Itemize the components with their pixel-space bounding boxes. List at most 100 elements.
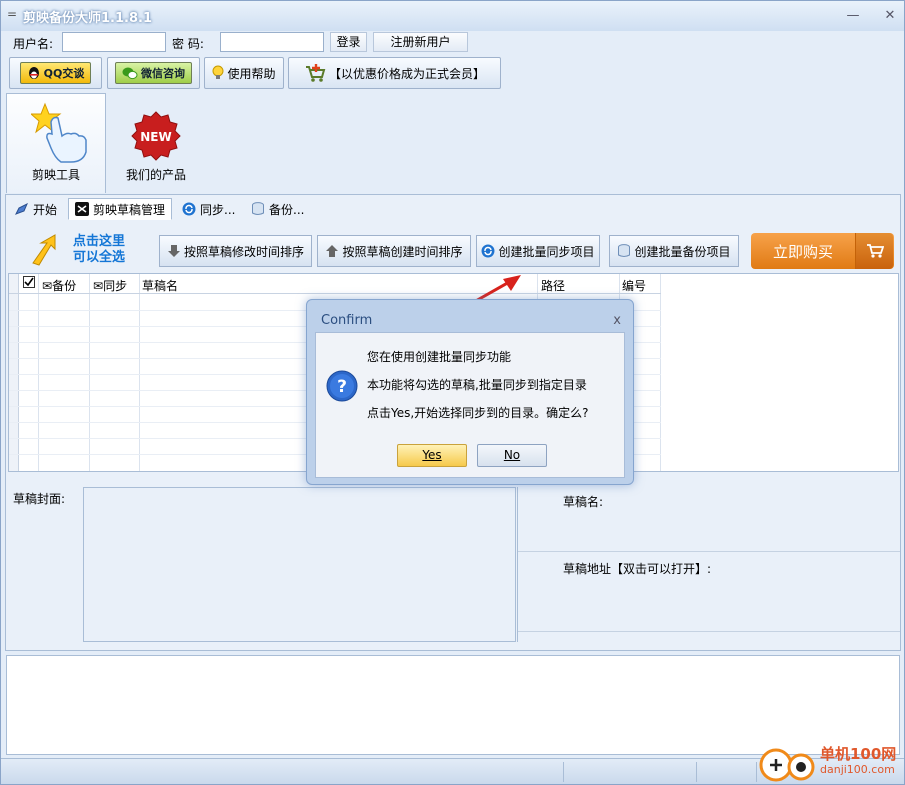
qq-penguin-icon <box>28 67 39 79</box>
wechat-icon <box>122 67 138 80</box>
lightbulb-icon <box>212 65 224 79</box>
title-bar: = 剪映备份大师1.1.8.1 — ✕ <box>1 1 904 31</box>
status-segment <box>1 762 564 782</box>
pointing-arrow-icon <box>32 234 56 266</box>
batch-sync-button[interactable]: 创建批量同步项目 <box>476 235 600 267</box>
status-segment <box>697 762 757 782</box>
column-header-sync[interactable]: ✉同步 <box>93 277 127 294</box>
cover-preview <box>83 487 516 642</box>
sync-icon <box>182 202 196 216</box>
watermark-title: 单机100网 <box>820 745 897 763</box>
dialog-message-line2: 本功能将勾选的草稿,批量同步到指定目录 <box>367 378 587 392</box>
sort-by-modified-label: 按照草稿修改时间排序 <box>183 244 304 259</box>
close-button[interactable]: ✕ <box>881 7 899 25</box>
wechat-consult-label: 微信咨询 <box>141 67 185 80</box>
watermark-logo-icon <box>759 748 815 782</box>
database-icon <box>252 202 264 215</box>
column-header-number[interactable]: 编号 <box>622 277 646 294</box>
buy-now-label: 立即购买 <box>772 242 833 261</box>
register-button[interactable]: 注册新用户 <box>373 32 468 52</box>
subtab-start[interactable]: 开始 <box>9 198 63 220</box>
username-input[interactable] <box>62 32 166 52</box>
minimize-button[interactable]: — <box>844 7 862 25</box>
divider <box>518 631 900 632</box>
subtab-sync[interactable]: 同步... <box>176 198 241 220</box>
member-button[interactable]: 【以优惠价格成为正式会员】 <box>288 57 501 89</box>
watermark-url: danji100.com <box>820 763 895 776</box>
row-header-strip <box>9 274 19 471</box>
capcut-icon <box>75 202 89 216</box>
no-button[interactable]: No <box>477 444 547 467</box>
column-header-backup[interactable]: ✉备份 <box>42 277 76 294</box>
table-column <box>39 274 90 471</box>
wechat-consult-button[interactable]: 微信咨询 <box>107 57 200 89</box>
top-toolbar: QQ交谈 微信咨询 使用帮助 【以优惠价格成为正式会员】 <box>1 57 904 91</box>
no-label: No <box>503 448 521 462</box>
password-input[interactable] <box>220 32 324 52</box>
tab-capcut-tools[interactable]: 剪映工具 <box>6 93 106 193</box>
select-all-checkbox[interactable] <box>23 276 35 291</box>
table-column <box>90 274 140 471</box>
divider <box>518 551 900 552</box>
dialog-close-button[interactable]: x <box>613 313 621 328</box>
login-row: 用户名: 密 码: 登录 注册新用户 <box>1 31 904 53</box>
system-menu-icon[interactable]: = <box>7 7 17 21</box>
login-button[interactable]: 登录 <box>330 32 367 52</box>
window-title: 剪映备份大师1.1.8.1 <box>23 11 152 26</box>
sort-by-modified-button[interactable]: 按照草稿修改时间排序 <box>159 235 312 267</box>
subtab-draft-management[interactable]: 剪映草稿管理 <box>68 198 173 220</box>
subtab-backup[interactable]: 备份... <box>245 198 310 220</box>
site-watermark: 单机100网 danji100.com <box>756 743 904 783</box>
sub-tabs: 开始 剪映草稿管理 同步... 备份... <box>5 198 901 220</box>
arrow-down-icon <box>167 245 180 257</box>
shopping-cart-icon <box>855 233 893 269</box>
dialog-title: Confirm <box>321 313 373 328</box>
action-row: 点击这里 可以全选 按照草稿修改时间排序 按照草稿创建时间排序 创建批量同步项目… <box>7 229 899 273</box>
select-all-line2: 可以全选 <box>73 250 126 265</box>
dialog-body: ? 您在使用创建批量同步功能 本功能将勾选的草稿,批量同步到指定目录 点击Yes… <box>315 332 625 478</box>
subtab-sync-label: 同步... <box>200 202 236 217</box>
new-badge-text: NEW <box>140 130 171 144</box>
dialog-message-line3: 点击Yes,开始选择同步到的目录。确定么? <box>367 406 589 420</box>
password-label: 密 码: <box>172 37 204 51</box>
cart-icon <box>305 64 326 82</box>
subtab-backup-label: 备份... <box>269 202 305 217</box>
table-header: ✉备份 ✉同步 草稿名 路径 编号 <box>9 274 661 294</box>
member-label: 【以优惠价格成为正式会员】 <box>328 66 485 81</box>
yes-button[interactable]: Yes <box>397 444 467 467</box>
buy-now-button[interactable]: 立即购买 <box>751 233 894 269</box>
tab-our-products[interactable]: NEW 我们的产品 <box>111 93 201 193</box>
log-area <box>6 655 900 755</box>
batch-backup-button[interactable]: 创建批量备份项目 <box>609 235 739 267</box>
username-label: 用户名: <box>13 37 54 51</box>
pen-icon <box>15 203 28 215</box>
envelope-icon: ✉ <box>42 279 53 293</box>
sort-by-created-label: 按照草稿创建时间排序 <box>342 244 463 259</box>
select-all-line1: 点击这里 <box>73 234 126 249</box>
arrow-up-icon <box>326 245 339 257</box>
cover-label: 草稿封面: <box>13 492 66 506</box>
help-button[interactable]: 使用帮助 <box>204 57 284 89</box>
select-all-button[interactable]: 点击这里 可以全选 <box>25 231 145 271</box>
database-icon <box>618 244 631 257</box>
svg-text:?: ? <box>337 377 347 397</box>
column-header-draft-name[interactable]: 草稿名 <box>142 277 178 294</box>
confirm-dialog: Confirm x ? 您在使用创建批量同步功能 本功能将勾选的草稿,批量同步到… <box>306 299 634 485</box>
yes-label: Yes <box>422 448 442 462</box>
column-header-path[interactable]: 路径 <box>541 277 565 294</box>
sort-by-created-button[interactable]: 按照草稿创建时间排序 <box>317 235 471 267</box>
subtab-draft-management-label: 剪映草稿管理 <box>93 202 166 217</box>
qq-chat-button[interactable]: QQ交谈 <box>9 57 102 89</box>
question-icon: ? <box>326 370 358 402</box>
draft-path-label[interactable]: 草稿地址【双击可以打开】: <box>563 560 711 577</box>
table-column <box>19 274 39 471</box>
main-window: = 剪映备份大师1.1.8.1 — ✕ 用户名: 密 码: 登录 注册新用户 Q… <box>0 0 905 785</box>
draft-info: 草稿名: 草稿地址【双击可以打开】: <box>517 487 900 642</box>
batch-backup-label: 创建批量备份项目 <box>634 244 731 259</box>
tab-our-products-label: 我们的产品 <box>125 168 186 182</box>
dialog-message-line1: 您在使用创建批量同步功能 <box>367 350 512 364</box>
main-tabs: 剪映工具 NEW 我们的产品 <box>1 93 904 195</box>
sync-icon <box>481 244 495 258</box>
tab-capcut-tools-label: 剪映工具 <box>31 168 80 182</box>
new-badge-icon: NEW <box>131 111 181 161</box>
